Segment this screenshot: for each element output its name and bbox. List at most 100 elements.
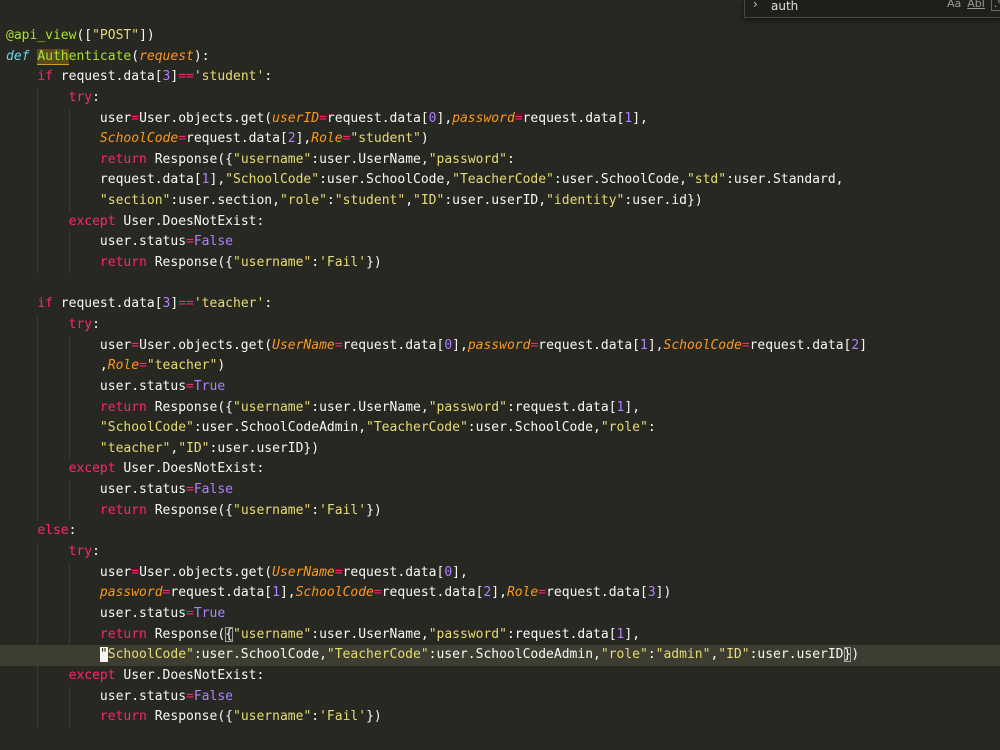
code-line[interactable]: ,Role="teacher") xyxy=(6,356,1000,377)
code-line[interactable]: except User.DoesNotExist: xyxy=(6,211,1000,233)
code-token: :request.data[ xyxy=(506,626,617,642)
indent-guide xyxy=(68,603,70,625)
indent-guide xyxy=(68,191,70,212)
code-token: { xyxy=(225,626,233,642)
indent-guide xyxy=(68,253,70,274)
code-token: == xyxy=(178,69,194,85)
code-line[interactable]: SchoolCode=request.data[2],Role="student… xyxy=(6,129,1000,150)
code-token: = xyxy=(373,585,382,601)
code-token: "username" xyxy=(233,626,312,642)
code-line[interactable]: user.status=False xyxy=(6,480,1000,501)
chevron-right-icon[interactable]: › xyxy=(753,0,758,11)
code-line[interactable]: "teacher","ID":user.userID}) xyxy=(6,438,1000,460)
code-line[interactable]: except User.DoesNotExist: xyxy=(6,665,1000,687)
code-token: = xyxy=(131,564,140,580)
code-line[interactable]: except User.DoesNotExist: xyxy=(6,459,1000,481)
code-token: SchoolCode" xyxy=(107,647,194,663)
code-line[interactable]: user=User.objects.get(userID=request.dat… xyxy=(6,108,1000,130)
code-line[interactable]: user.status=False xyxy=(6,232,1000,254)
indent-guide xyxy=(37,356,39,377)
code-token: 'teacher' xyxy=(193,296,265,312)
code-token: ) xyxy=(420,131,429,147)
code-token: = xyxy=(319,110,327,126)
code-token: ] xyxy=(859,337,868,353)
code-line[interactable]: user=User.objects.get(UserName=request.d… xyxy=(6,335,1000,357)
code-line[interactable]: return Response({"username":user.UserNam… xyxy=(6,149,1000,171)
code-line[interactable]: password=request.data[1],SchoolCode=requ… xyxy=(6,583,1000,604)
match-case-toggle[interactable]: Aa xyxy=(947,0,961,11)
indent-guide xyxy=(68,500,70,522)
code-token: ]) xyxy=(139,28,155,43)
code-line[interactable]: try: xyxy=(6,87,1000,109)
code-token: "teacher" xyxy=(99,440,171,456)
code-line[interactable]: "SchoolCode":user.SchoolCode,"TeacherCod… xyxy=(0,645,1000,666)
indent-guide xyxy=(37,232,39,254)
code-token: request.data[ xyxy=(749,337,852,353)
code-line[interactable]: return Response({"username":'Fail'}) xyxy=(6,500,1000,522)
code-token: user.status xyxy=(99,378,187,394)
code-token: userID xyxy=(272,110,320,126)
code-token: "username" xyxy=(233,151,312,167)
code-token: request.data[ xyxy=(538,337,641,353)
code-token: : xyxy=(264,69,273,85)
indent-guide xyxy=(37,149,39,171)
code-line[interactable]: @api_view(["POST"]) xyxy=(6,26,1000,47)
code-line[interactable]: def Authenticate(request): xyxy=(6,47,1000,68)
code-token: return xyxy=(99,709,155,725)
code-line[interactable]: user.status=False xyxy=(6,686,1000,708)
code-token: 2 xyxy=(287,131,296,147)
code-line[interactable]: return Response({"username":user.UserNam… xyxy=(6,624,1000,646)
code-token: True xyxy=(193,378,226,394)
indent-guide xyxy=(68,335,70,357)
code-token: User.objects.get( xyxy=(139,110,273,126)
code-token: ): xyxy=(193,48,210,64)
indent-guide xyxy=(37,707,39,728)
code-line[interactable]: user=User.objects.get(UserName=request.d… xyxy=(6,562,1000,584)
code-token: 0 xyxy=(428,110,437,126)
find-widget: › Aa Abl .* xyxy=(744,0,1000,18)
code-line[interactable]: if request.data[3]=='student': xyxy=(6,67,1000,88)
code-line[interactable]: try: xyxy=(6,314,1000,336)
code-token: = xyxy=(334,564,343,580)
code-line[interactable]: return Response({"username":'Fail'}) xyxy=(6,707,1000,728)
code-line[interactable]: if request.data[3]=='teacher': xyxy=(6,294,1000,315)
code-token: , xyxy=(405,193,414,209)
code-token: Response({ xyxy=(154,709,233,725)
code-token: :user.userID xyxy=(749,647,844,663)
code-line[interactable]: request.data[1],"SchoolCode":user.School… xyxy=(6,170,1000,192)
code-line[interactable]: return Response({"username":'Fail'}) xyxy=(6,253,1000,274)
code-line[interactable]: try: xyxy=(6,542,1000,563)
code-token: Role xyxy=(107,358,140,374)
code-token: user.status xyxy=(99,234,187,250)
code-line[interactable]: return Response({"username":user.UserNam… xyxy=(6,397,1000,419)
code-editor[interactable]: @api_view(["POST"]) def Authenticate(requ… xyxy=(0,0,1000,750)
regex-toggle[interactable]: .* xyxy=(990,0,1000,11)
code-token: "POST" xyxy=(92,28,140,43)
code-token: else xyxy=(37,523,69,539)
code-token: "role" xyxy=(600,647,648,663)
code-token: ], xyxy=(295,131,312,147)
code-area[interactable]: @api_view(["POST"]) def Authenticate(requ… xyxy=(0,26,1000,728)
code-line[interactable]: "section":user.section,"role":"student",… xyxy=(6,191,1000,212)
indent-guide xyxy=(37,438,39,460)
code-token: = xyxy=(186,234,194,250)
code-token: user xyxy=(99,564,132,580)
code-line[interactable]: "SchoolCode":user.SchoolCodeAdmin,"Teach… xyxy=(6,418,1000,439)
code-token: "password" xyxy=(428,399,507,415)
code-line[interactable]: else: xyxy=(6,521,1000,542)
code-line[interactable] xyxy=(6,274,1000,295)
code-token: "student" xyxy=(334,193,406,209)
code-token: return xyxy=(99,151,155,167)
code-token: : xyxy=(92,89,100,105)
code-line[interactable]: user.status=True xyxy=(6,376,1000,398)
code-token: : xyxy=(326,193,335,209)
code-token: ], xyxy=(647,337,664,353)
find-input[interactable] xyxy=(771,0,931,14)
code-token: if xyxy=(37,296,61,312)
code-token: ]) xyxy=(655,585,672,601)
code-line[interactable]: user.status=True xyxy=(6,603,1000,625)
code-token: "username" xyxy=(233,255,312,271)
indent-guide xyxy=(68,356,70,377)
whole-word-toggle[interactable]: Abl xyxy=(967,0,985,11)
code-token: : xyxy=(92,544,100,560)
